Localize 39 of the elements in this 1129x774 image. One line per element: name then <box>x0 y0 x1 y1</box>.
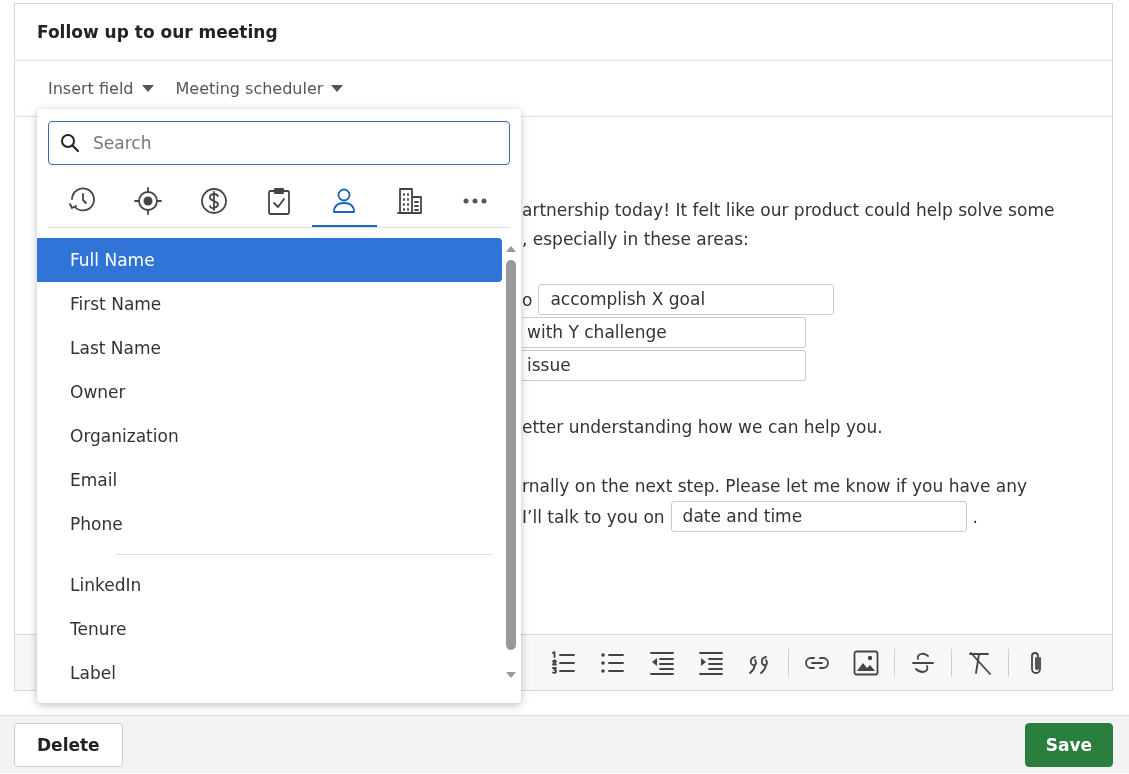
body-text: . <box>972 506 978 527</box>
numbered-list-icon[interactable] <box>551 649 577 676</box>
indent-icon[interactable] <box>698 649 724 676</box>
field-option[interactable]: Phone <box>37 502 502 546</box>
body-text: I’ll talk to you on <box>522 506 665 527</box>
more-icon <box>463 198 488 204</box>
body-text: etter understanding how we can help you. <box>522 416 883 437</box>
toolbar-dropdown[interactable]: Insert field <box>48 79 154 98</box>
target-icon <box>133 186 164 216</box>
caret-icon <box>141 85 154 92</box>
template-field[interactable]: issue <box>522 350 806 381</box>
field-option[interactable]: Last Name <box>37 326 502 370</box>
message-title: Follow up to our meeting <box>37 22 278 42</box>
body-text: o <box>522 289 533 310</box>
template-field[interactable]: date and time <box>670 501 967 532</box>
field-option[interactable]: Email <box>37 458 502 502</box>
field-option[interactable]: Tenure <box>37 607 502 651</box>
field-option[interactable]: Full Name <box>37 238 502 282</box>
field-option[interactable]: Organization <box>37 414 502 458</box>
dollar-icon <box>198 186 229 216</box>
field-option[interactable]: LinkedIn <box>37 563 502 607</box>
toolbar-dropdown[interactable]: Meeting scheduler <box>175 79 344 98</box>
delete-button[interactable]: Delete <box>14 722 123 767</box>
body-text: , especially in these areas: <box>522 228 749 249</box>
clear-format-icon[interactable] <box>967 649 993 676</box>
search-field[interactable]: Search <box>48 121 510 165</box>
save-button[interactable]: Save <box>1024 722 1113 767</box>
body-text: rnally on the next step. Please let me know if you have any <box>522 475 1027 496</box>
field-option[interactable]: First Name <box>37 282 502 326</box>
search-icon <box>60 133 80 153</box>
template-field[interactable]: accomplish X goal <box>538 284 835 315</box>
field-option[interactable]: Owner <box>37 370 502 414</box>
building-icon <box>394 186 425 216</box>
field-option[interactable]: Label <box>37 651 502 688</box>
body-text: artnership today! It felt like our product could help solve some <box>522 199 1055 220</box>
image-icon[interactable] <box>853 649 879 676</box>
outdent-icon[interactable] <box>649 649 675 676</box>
template-field[interactable]: with Y challenge <box>522 317 806 348</box>
caret-icon <box>331 85 344 92</box>
